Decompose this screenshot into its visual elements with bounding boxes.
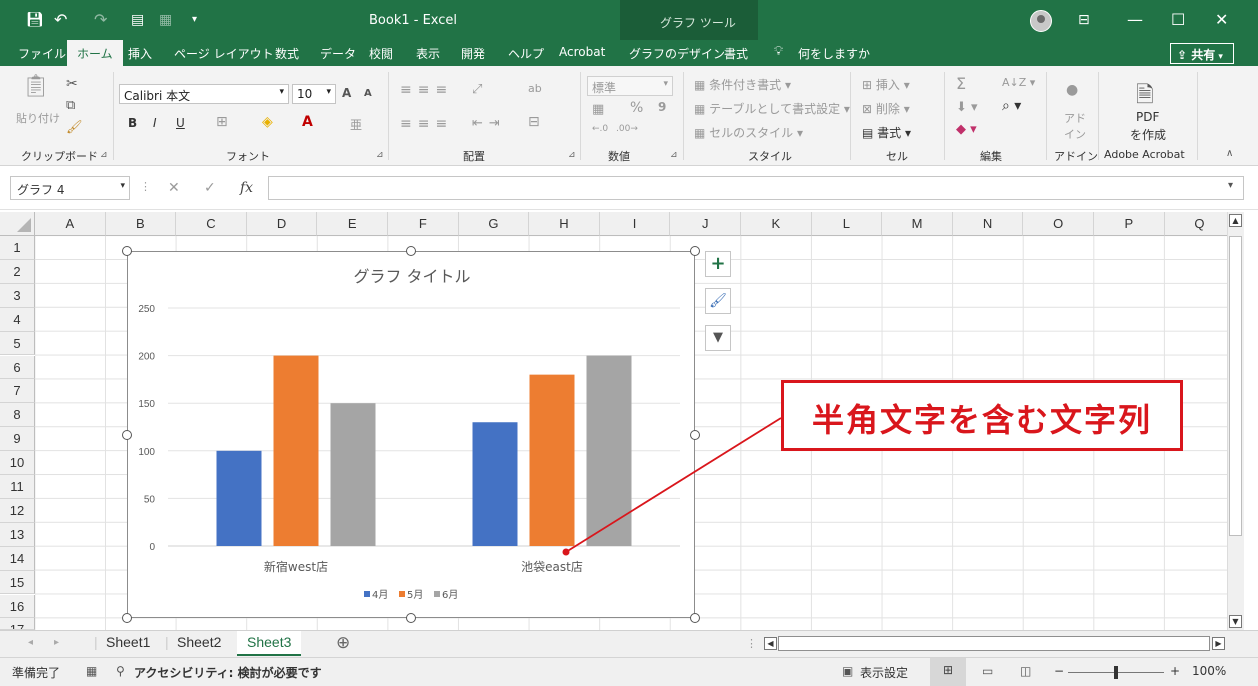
zoom-level[interactable]: 100% [1192,664,1226,678]
zoom-out-icon[interactable]: − [1054,664,1064,678]
excel-window: 💾︎ ↶ ↷ ▤ ▦ ▾ グラフ ツール Book1 - Excel ⊟ — ☐… [0,0,1258,686]
scroll-down-icon[interactable]: ▼ [1229,615,1242,628]
status-bar: 準備完了 ▦ ⚲ アクセシビリティ: 検討が必要です ▣ 表示設定 ⊞ ▭ ◫ … [0,657,1258,686]
tab-divider: | [94,634,98,650]
annotation-dot [562,548,570,556]
horizontal-scrollbar[interactable] [778,636,1210,651]
ready-status: 準備完了 [12,666,61,680]
tab-divider: | [165,634,169,650]
split-handle[interactable]: ⋮ [746,637,757,650]
zoom-slider-thumb[interactable] [1114,666,1118,679]
annotation-callout: 半角文字を含む文字列 [781,380,1183,451]
zoom-in-icon[interactable]: + [1170,664,1180,678]
normal-view-icon[interactable]: ⊞ [930,658,966,686]
zoom-slider-track[interactable] [1068,666,1164,679]
sheet-tab-1[interactable]: Sheet1 [106,634,150,650]
vertical-scroll-thumb[interactable] [1229,236,1242,536]
display-settings-label[interactable]: 表示設定 [860,664,908,681]
page-layout-view-icon[interactable]: ▭ [982,664,993,678]
macro-record-icon[interactable]: ▦ [86,664,97,678]
scroll-up-icon[interactable]: ▲ [1229,214,1242,227]
accessibility-icon[interactable]: ⚲ [116,664,125,678]
annotation-text: 半角文字を含む文字列 [811,401,1152,439]
annotation-line [565,417,782,553]
display-settings-icon[interactable]: ▣ [842,664,853,678]
scroll-right-icon[interactable]: ▶ [1212,637,1225,650]
scroll-left-icon[interactable]: ◀ [764,637,777,650]
add-sheet-icon[interactable]: ⊕ [336,633,350,653]
annotation-connector [562,417,782,556]
sheet-tab-2[interactable]: Sheet2 [177,634,221,650]
sheet-tab-3[interactable]: Sheet3 [237,631,302,656]
accessibility-status[interactable]: アクセシビリティ: 検討が必要です [134,664,322,681]
page-break-view-icon[interactable]: ◫ [1020,664,1031,678]
prev-sheet-icon[interactable]: ◂ [28,637,33,648]
next-sheet-icon[interactable]: ▸ [54,637,59,648]
